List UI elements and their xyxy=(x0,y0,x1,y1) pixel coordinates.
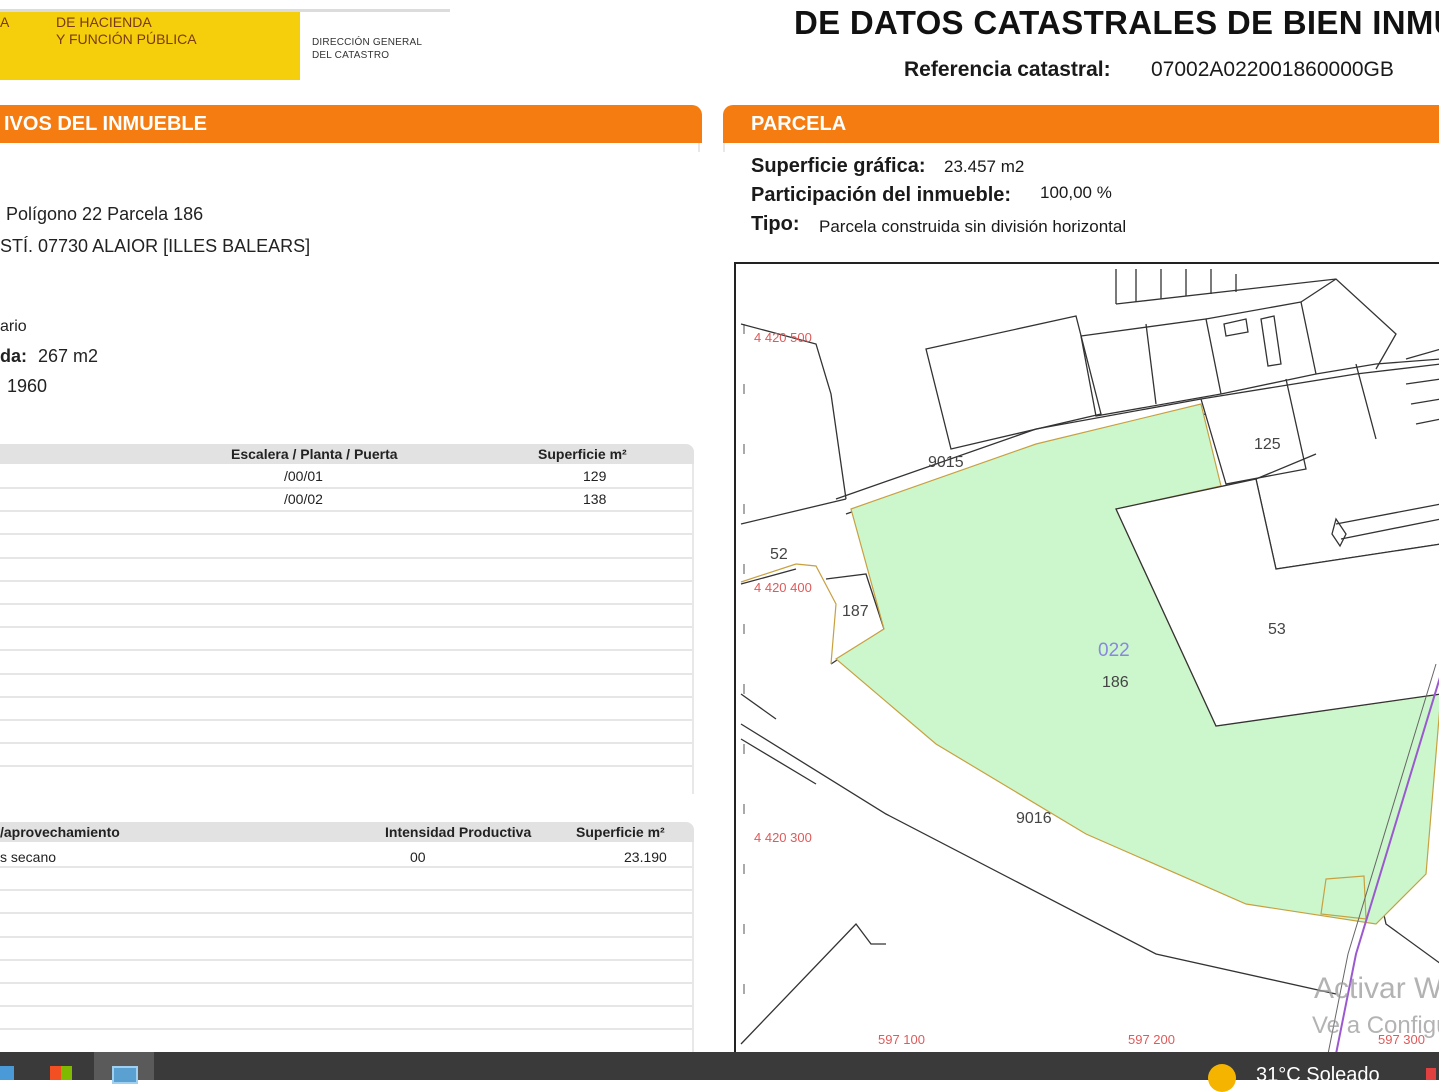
col-door-header: Escalera / Planta / Puerta xyxy=(231,446,398,462)
type-value: Parcela construida sin división horizont… xyxy=(819,217,1127,236)
surface-label: Superficie gráfica: xyxy=(751,155,926,177)
crops-table-border xyxy=(692,842,694,1052)
active-app-slot[interactable] xyxy=(94,1052,154,1084)
crop-row-1-use: s secano xyxy=(0,849,57,865)
table-row-divider xyxy=(0,719,694,721)
directorate-line-1: DIRECCIÓN GENERAL xyxy=(312,37,423,48)
polygon-code-label: 022 xyxy=(1098,640,1130,661)
built-area-label: da: xyxy=(0,346,27,366)
neighbor-9016: 9016 xyxy=(1016,810,1052,827)
y-coord-3: 4 420 300 xyxy=(754,830,812,845)
file-explorer-icon[interactable] xyxy=(0,1066,14,1080)
table-row-divider xyxy=(0,935,694,938)
document-title: DE DATOS CATASTRALES DE BIEN INMUE xyxy=(794,4,1439,41)
table-row-divider xyxy=(0,1028,694,1031)
location-line-1: Polígono 22 Parcela 186 xyxy=(6,204,204,224)
construction-row-1-door: /00/01 xyxy=(284,468,323,484)
table-row-divider xyxy=(0,742,694,745)
activation-watermark-line-1: Activar W xyxy=(1314,972,1439,1005)
col-crop-area-header: Superficie m² xyxy=(576,824,665,840)
cadastral-map-drawing xyxy=(740,269,1439,1054)
table-row-divider xyxy=(0,695,694,698)
ministry-line-1: DE HACIENDA xyxy=(56,14,152,30)
app-icon[interactable] xyxy=(112,1066,138,1084)
neighbor-53: 53 xyxy=(1268,621,1286,638)
table-row-divider xyxy=(0,765,694,768)
y-coord-2: 4 420 400 xyxy=(754,580,812,595)
table-row-divider xyxy=(0,672,694,675)
col-area-header: Superficie m² xyxy=(538,446,627,462)
inmueble-section-header: IVOS DEL INMUEBLE xyxy=(0,105,702,143)
inmueble-section-title: IVOS DEL INMUEBLE xyxy=(4,113,207,135)
neighbor-125: 125 xyxy=(1254,436,1281,453)
col-intensity-header: Intensidad Productiva xyxy=(385,824,532,840)
surface-value: 23.457 m2 xyxy=(944,157,1025,176)
ministry-line-2: Y FUNCIÓN PÚBLICA xyxy=(56,31,197,47)
x-coord-2: 597 200 xyxy=(1128,1032,1175,1047)
constructions-table-border xyxy=(692,464,694,794)
construction-row-2-area: 138 xyxy=(583,491,607,507)
type-label: Tipo: xyxy=(751,213,800,235)
weather-sun-icon[interactable] xyxy=(1208,1064,1236,1092)
construction-row-2-door: /00/02 xyxy=(284,491,323,507)
x-coord-1: 597 100 xyxy=(878,1032,925,1047)
construction-row-1-area: 129 xyxy=(583,468,607,484)
use-value: ario xyxy=(0,318,27,335)
parcel-number-label: 186 xyxy=(1102,674,1129,691)
participation-value: 100,00 % xyxy=(1040,183,1112,202)
table-row-divider xyxy=(0,556,694,559)
crop-row-1-intensity: 00 xyxy=(410,849,426,865)
cadastral-ref-label: Referencia catastral: xyxy=(904,58,1111,81)
notification-icon[interactable] xyxy=(1426,1068,1436,1080)
parcela-section-frame xyxy=(723,143,1439,152)
activation-watermark-line-2: Ve a Configu xyxy=(1312,1012,1439,1039)
table-row-divider xyxy=(0,1005,694,1008)
y-coord-1: 4 420 500 xyxy=(754,330,812,345)
table-row-divider xyxy=(0,487,694,489)
directorate-line-2: DEL CATASTRO xyxy=(312,50,390,61)
taskbar: 31°C Soleado xyxy=(0,1052,1439,1092)
constructions-table-header: Escalera / Planta / Puerta Superficie m² xyxy=(0,444,694,464)
table-row-divider xyxy=(0,603,694,605)
ministry-fragment: A xyxy=(0,14,10,30)
neighbor-187: 187 xyxy=(842,603,869,620)
crop-row-1-area: 23.190 xyxy=(624,849,667,865)
parcela-section-header: PARCELA xyxy=(723,105,1439,143)
location-line-2: STÍ. 07730 ALAIOR [ILLES BALEARS] xyxy=(0,236,311,256)
table-row-divider xyxy=(0,958,694,961)
store-icon[interactable] xyxy=(50,1066,72,1080)
table-row-divider xyxy=(0,866,694,868)
parcela-section-title: PARCELA xyxy=(751,113,847,135)
crops-table-header: /aprovechamiento Intensidad Productiva S… xyxy=(0,822,694,842)
construction-year-value: 1960 xyxy=(7,376,48,396)
table-row-divider xyxy=(0,912,694,915)
table-row-divider xyxy=(0,649,694,652)
table-row-divider xyxy=(0,626,694,629)
table-row-divider xyxy=(0,510,694,513)
neighbor-52: 52 xyxy=(770,546,788,563)
table-row-divider xyxy=(0,533,694,536)
cadastral-ref-value: 07002A022001860000GB xyxy=(1151,58,1394,81)
participation-label: Participación del inmueble: xyxy=(751,184,1012,206)
cadastral-map[interactable]: 4 420 500 4 420 400 4 420 300 597 100 59… xyxy=(734,262,1439,1054)
col-use-header: /aprovechamiento xyxy=(0,824,120,840)
weather-text[interactable]: 31°C Soleado xyxy=(1256,1064,1380,1087)
inmueble-section-frame xyxy=(0,143,700,152)
table-row-divider xyxy=(0,579,694,582)
table-row-divider xyxy=(0,982,694,984)
table-row-divider xyxy=(0,889,694,892)
neighbor-9015: 9015 xyxy=(928,454,964,471)
built-area-value: 267 m2 xyxy=(38,346,99,366)
